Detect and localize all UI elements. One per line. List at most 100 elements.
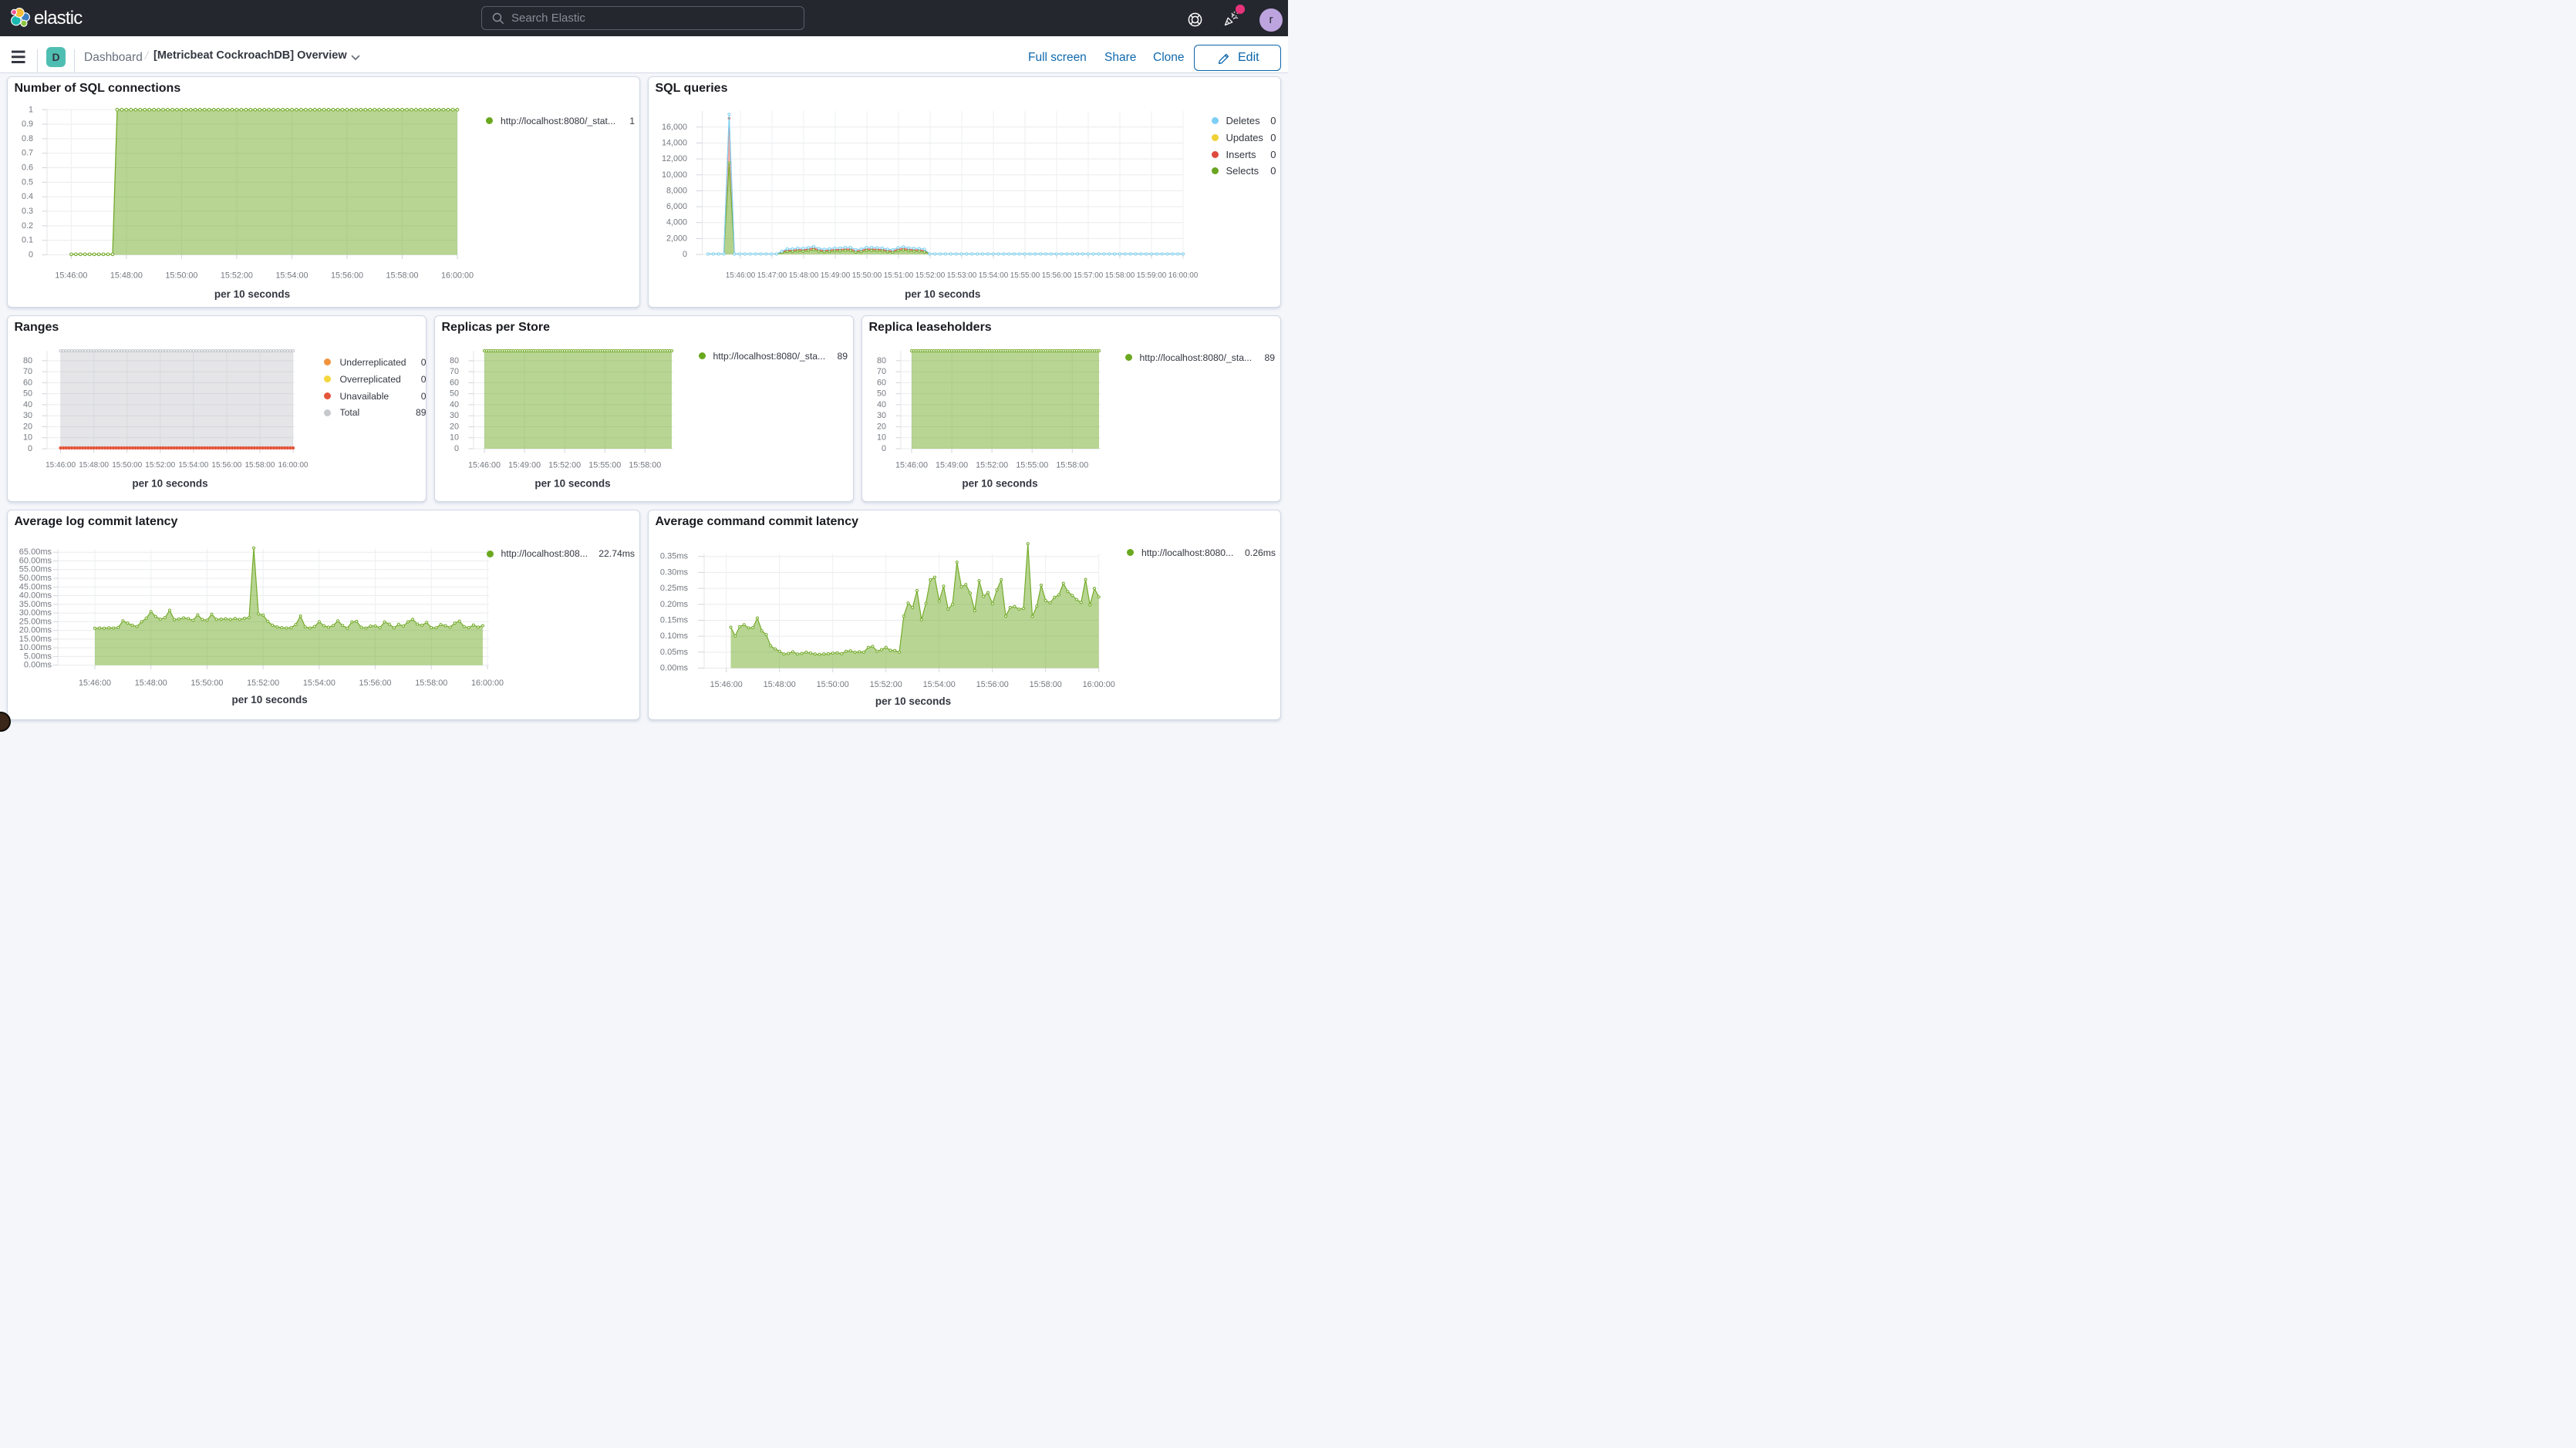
svg-text:15:46:00: 15:46:00 xyxy=(79,678,111,687)
svg-text:30.00ms: 30.00ms xyxy=(19,608,52,618)
svg-text:15:54:00: 15:54:00 xyxy=(979,271,1009,280)
svg-text:15:50:00: 15:50:00 xyxy=(165,271,197,280)
svg-text:0: 0 xyxy=(28,444,32,453)
svg-text:12,000: 12,000 xyxy=(662,154,687,163)
svg-text:0.30ms: 0.30ms xyxy=(660,567,689,577)
svg-text:15:53:00: 15:53:00 xyxy=(947,271,977,280)
svg-text:15:56:00: 15:56:00 xyxy=(331,271,363,280)
svg-text:15:48:00: 15:48:00 xyxy=(110,271,143,280)
svg-text:15:54:00: 15:54:00 xyxy=(275,271,308,280)
svg-text:per 10 seconds: per 10 seconds xyxy=(214,288,290,300)
svg-text:35.00ms: 35.00ms xyxy=(19,599,52,608)
svg-text:30: 30 xyxy=(23,411,32,420)
svg-text:6,000: 6,000 xyxy=(666,202,687,211)
svg-text:15:47:00: 15:47:00 xyxy=(757,271,787,280)
svg-text:15:50:00: 15:50:00 xyxy=(852,271,882,280)
svg-text:80: 80 xyxy=(450,355,459,365)
svg-text:15:58:00: 15:58:00 xyxy=(1030,679,1062,689)
svg-text:15:49:00: 15:49:00 xyxy=(508,460,541,470)
svg-text:0.10ms: 0.10ms xyxy=(660,631,689,641)
svg-text:15:50:00: 15:50:00 xyxy=(191,678,223,687)
svg-text:16:00:00: 16:00:00 xyxy=(471,678,504,687)
svg-text:0.2: 0.2 xyxy=(22,221,33,230)
svg-text:15:50:00: 15:50:00 xyxy=(112,461,142,470)
svg-text:15:46:00: 15:46:00 xyxy=(468,460,501,470)
svg-text:0: 0 xyxy=(454,444,459,453)
svg-text:0.00ms: 0.00ms xyxy=(660,663,689,672)
svg-text:40: 40 xyxy=(450,399,459,409)
svg-text:80: 80 xyxy=(877,355,886,365)
svg-text:15:58:00: 15:58:00 xyxy=(244,461,275,470)
svg-text:15:51:00: 15:51:00 xyxy=(884,271,914,280)
svg-text:40: 40 xyxy=(23,399,32,409)
svg-text:15:46:00: 15:46:00 xyxy=(726,271,756,280)
svg-text:15:58:00: 15:58:00 xyxy=(629,460,661,470)
svg-text:60: 60 xyxy=(877,378,886,387)
svg-text:15:54:00: 15:54:00 xyxy=(303,678,335,687)
svg-text:15:48:00: 15:48:00 xyxy=(135,678,167,687)
svg-text:20: 20 xyxy=(23,422,32,431)
svg-text:15.00ms: 15.00ms xyxy=(19,634,52,643)
svg-text:50.00ms: 50.00ms xyxy=(19,574,52,583)
svg-text:16:00:00: 16:00:00 xyxy=(278,461,309,470)
svg-text:0.15ms: 0.15ms xyxy=(660,615,689,625)
svg-text:15:52:00: 15:52:00 xyxy=(915,271,946,280)
svg-text:50: 50 xyxy=(450,389,459,398)
svg-text:55.00ms: 55.00ms xyxy=(19,564,52,574)
svg-text:per 10 seconds: per 10 seconds xyxy=(875,695,951,706)
svg-text:0.5: 0.5 xyxy=(22,177,33,187)
svg-text:60.00ms: 60.00ms xyxy=(19,556,52,565)
svg-text:15:52:00: 15:52:00 xyxy=(145,461,175,470)
svg-text:10: 10 xyxy=(877,433,886,442)
svg-text:2,000: 2,000 xyxy=(666,234,687,243)
svg-text:15:58:00: 15:58:00 xyxy=(1056,460,1088,470)
svg-text:0.3: 0.3 xyxy=(22,207,33,216)
svg-text:30: 30 xyxy=(450,411,459,420)
svg-text:5.00ms: 5.00ms xyxy=(24,652,52,661)
svg-text:15:55:00: 15:55:00 xyxy=(1016,460,1048,470)
svg-text:per 10 seconds: per 10 seconds xyxy=(534,477,610,489)
svg-text:30: 30 xyxy=(877,411,886,420)
svg-text:15:54:00: 15:54:00 xyxy=(923,679,956,689)
svg-text:20: 20 xyxy=(450,422,459,431)
svg-text:40: 40 xyxy=(877,399,886,409)
svg-text:0.1: 0.1 xyxy=(22,235,33,244)
svg-text:15:57:00: 15:57:00 xyxy=(1074,271,1104,280)
svg-text:0: 0 xyxy=(29,250,33,259)
svg-text:15:48:00: 15:48:00 xyxy=(789,271,819,280)
svg-text:10,000: 10,000 xyxy=(662,170,687,179)
svg-text:0.7: 0.7 xyxy=(22,148,33,157)
svg-text:15:55:00: 15:55:00 xyxy=(1010,271,1040,280)
svg-text:15:59:00: 15:59:00 xyxy=(1137,271,1167,280)
svg-text:15:49:00: 15:49:00 xyxy=(821,271,851,280)
svg-text:8,000: 8,000 xyxy=(666,186,687,195)
svg-text:70: 70 xyxy=(877,367,886,376)
svg-text:15:46:00: 15:46:00 xyxy=(46,461,76,470)
svg-text:20: 20 xyxy=(877,422,886,431)
svg-text:0.35ms: 0.35ms xyxy=(660,551,689,561)
svg-text:15:46:00: 15:46:00 xyxy=(895,460,928,470)
svg-text:15:58:00: 15:58:00 xyxy=(1105,271,1135,280)
svg-text:0.6: 0.6 xyxy=(22,163,33,172)
svg-text:16:00:00: 16:00:00 xyxy=(1083,679,1115,689)
svg-text:15:52:00: 15:52:00 xyxy=(870,679,902,689)
svg-text:80: 80 xyxy=(23,355,32,365)
svg-text:0.4: 0.4 xyxy=(22,192,33,201)
svg-text:0.00ms: 0.00ms xyxy=(24,660,52,669)
svg-text:15:46:00: 15:46:00 xyxy=(55,271,87,280)
svg-text:per 10 seconds: per 10 seconds xyxy=(132,477,207,489)
svg-text:15:56:00: 15:56:00 xyxy=(359,678,392,687)
svg-text:15:58:00: 15:58:00 xyxy=(415,678,447,687)
svg-text:15:52:00: 15:52:00 xyxy=(976,460,1008,470)
svg-text:15:56:00: 15:56:00 xyxy=(211,461,241,470)
svg-text:16,000: 16,000 xyxy=(662,122,687,131)
svg-text:per 10 seconds: per 10 seconds xyxy=(231,693,307,705)
svg-text:15:48:00: 15:48:00 xyxy=(79,461,109,470)
svg-text:70: 70 xyxy=(23,367,32,376)
svg-text:50: 50 xyxy=(23,389,32,398)
svg-text:15:46:00: 15:46:00 xyxy=(710,679,743,689)
svg-text:60: 60 xyxy=(450,378,459,387)
svg-text:45.00ms: 45.00ms xyxy=(19,582,52,591)
svg-text:70: 70 xyxy=(450,367,459,376)
svg-text:15:52:00: 15:52:00 xyxy=(221,271,253,280)
